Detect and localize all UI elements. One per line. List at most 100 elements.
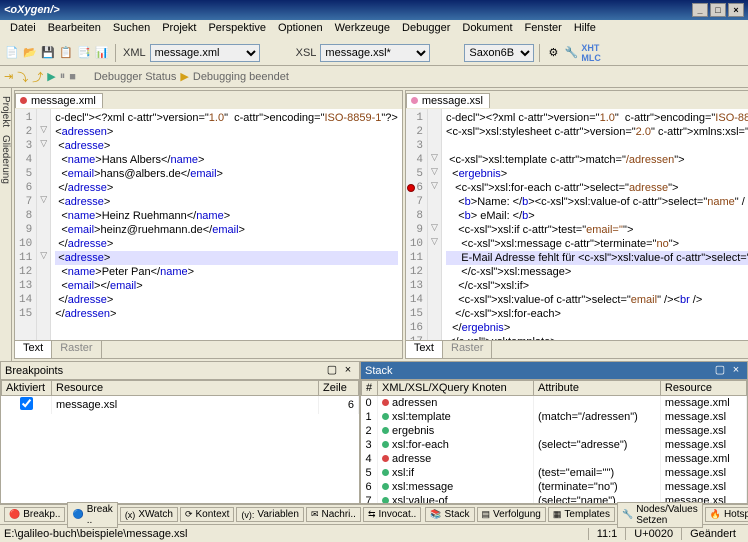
xml-file-select[interactable]: message.xml: [150, 44, 260, 62]
window-titlebar: <oXygen/> _ □ ×: [0, 0, 748, 20]
column-header[interactable]: Resource: [660, 381, 746, 396]
panel-tab[interactable]: 🔵Break ..: [67, 502, 117, 528]
menu-item-projekt[interactable]: Projekt: [156, 20, 202, 40]
status-path: E:\galileo-buch\beispiele\message.xsl: [4, 528, 187, 540]
step-over-icon[interactable]: ⤵: [17, 69, 28, 85]
panel-tab[interactable]: 📚Stack: [425, 507, 474, 522]
step-into-icon[interactable]: ⇥: [4, 70, 13, 83]
node-type-icon: [382, 441, 389, 448]
debug-status-value: Debugging beendet: [193, 71, 289, 83]
menu-item-werkzeuge[interactable]: Werkzeuge: [329, 20, 396, 40]
close-button[interactable]: ×: [728, 3, 744, 17]
table-row[interactable]: message.xsl6: [2, 396, 359, 415]
panel-tab[interactable]: ⟳Kontext: [180, 507, 234, 522]
xml-label: XML: [123, 47, 146, 59]
config-icon[interactable]: 🔧: [563, 45, 579, 61]
column-header[interactable]: Zeile: [319, 381, 359, 396]
table-row[interactable]: 4 adressemessage.xml: [362, 452, 747, 466]
sidebar-tab-projekt[interactable]: Projekt: [0, 96, 11, 127]
menu-item-dokument[interactable]: Dokument: [456, 20, 518, 40]
tool-icon[interactable]: 📊: [94, 45, 110, 61]
maximize-button[interactable]: □: [710, 3, 726, 17]
config-icon[interactable]: ⚙: [545, 45, 561, 61]
column-header[interactable]: Aktiviert: [2, 381, 52, 396]
pause-icon[interactable]: ⏸: [60, 70, 66, 83]
column-header[interactable]: #: [362, 381, 378, 396]
file-icon: [411, 97, 418, 104]
table-row[interactable]: 6 xsl:message(terminate="no")message.xsl: [362, 480, 747, 494]
menu-item-perspektive[interactable]: Perspektive: [202, 20, 271, 40]
table-row[interactable]: 2 ergebnismessage.xsl: [362, 424, 747, 438]
stop-icon[interactable]: ■: [69, 71, 76, 83]
panel-tab[interactable]: ✉Nachri..: [306, 507, 361, 522]
panel-tab[interactable]: (x)XWatch: [120, 507, 178, 522]
resume-icon[interactable]: ▶: [47, 70, 55, 83]
table-row[interactable]: 3 xsl:for-each(select="adresse")message.…: [362, 438, 747, 452]
main-toolbar: 📄 📂 💾 📋 📑 📊 XML message.xml XSL message.…: [0, 40, 748, 66]
editor-tab-xml[interactable]: message.xml: [15, 93, 103, 108]
table-row[interactable]: 0 adressenmessage.xml: [362, 396, 747, 411]
breakpoints-table: AktiviertResourceZeile message.xsl6: [1, 380, 359, 414]
menu-item-optionen[interactable]: Optionen: [272, 20, 329, 40]
view-tab-raster[interactable]: Raster: [52, 341, 101, 358]
stack-panel: Stack ▢ × #XML/XSL/XQuery KnotenAttribut…: [360, 361, 748, 504]
breakpoint-active-checkbox[interactable]: [20, 397, 33, 410]
xsl-file-select[interactable]: message.xsl*: [320, 44, 430, 62]
minimize-icon[interactable]: ▢: [713, 365, 727, 377]
panel-title: Stack: [365, 365, 393, 377]
node-type-icon: [382, 497, 389, 503]
panel-tab[interactable]: 🔥Hotspots: [705, 507, 748, 522]
view-tab-text[interactable]: Text: [406, 341, 443, 358]
column-header[interactable]: Attribute: [533, 381, 660, 396]
panel-tab[interactable]: (v):Variablen: [236, 507, 304, 522]
open-icon[interactable]: 📂: [22, 45, 38, 61]
table-row[interactable]: 1 xsl:template(match="/adressen")message…: [362, 410, 747, 424]
main-menu: DateiBearbeitenSuchenProjektPerspektiveO…: [0, 20, 748, 40]
new-icon[interactable]: 📄: [4, 45, 20, 61]
sidebar-tab-gliederung[interactable]: Gliederung: [0, 135, 11, 184]
bottom-tabstrip: 🔴Breakp..🔵Break ..(x)XWatch⟳Kontext(v):V…: [0, 504, 748, 524]
save-icon[interactable]: 💾: [40, 45, 56, 61]
xsl-code-area[interactable]: 123456789101112131415161718 ▽▽▽▽▽ c-decl…: [406, 109, 748, 340]
column-header[interactable]: Resource: [52, 381, 319, 396]
panel-tab[interactable]: ⇆Invocat..: [363, 507, 421, 522]
menu-item-debugger[interactable]: Debugger: [396, 20, 456, 40]
xml-code-area[interactable]: 123456789101112131415 ▽▽▽▽ c-decl"><?xml…: [15, 109, 402, 340]
node-type-icon: [382, 413, 389, 420]
close-icon[interactable]: ×: [729, 365, 743, 377]
table-row[interactable]: 5 xsl:if(test="email=''")message.xsl: [362, 466, 747, 480]
breakpoint-marker[interactable]: [407, 184, 415, 192]
engine-select[interactable]: Saxon6B: [464, 44, 534, 62]
panel-title: Breakpoints: [5, 365, 63, 377]
panel-tab[interactable]: 🔧Nodes/Values Setzen: [617, 502, 703, 528]
menu-item-suchen[interactable]: Suchen: [107, 20, 156, 40]
step-out-icon[interactable]: ⤴: [32, 69, 43, 85]
menu-item-fenster[interactable]: Fenster: [519, 20, 568, 40]
minimize-icon[interactable]: ▢: [325, 365, 339, 377]
debug-toolbar: ⇥ ⤵ ⤴ ▶ ⏸ ■ Debugger Status ▶ Debugging …: [0, 66, 748, 88]
left-sidebar: Projekt Gliederung: [0, 88, 12, 361]
app-title: <oXygen/>: [4, 4, 60, 16]
panel-tab[interactable]: 🔴Breakp..: [4, 507, 65, 522]
tool-icon[interactable]: 📋: [58, 45, 74, 61]
tool-icon[interactable]: 📑: [76, 45, 92, 61]
view-tab-raster[interactable]: Raster: [443, 341, 492, 358]
panel-tab[interactable]: ▦Templates: [548, 507, 615, 522]
node-type-icon: [382, 399, 389, 406]
xhtml-icon[interactable]: XHTMLC: [581, 43, 601, 63]
view-tab-text[interactable]: Text: [15, 341, 52, 358]
tab-label: message.xml: [31, 95, 96, 107]
close-icon[interactable]: ×: [341, 365, 355, 377]
menu-item-bearbeiten[interactable]: Bearbeiten: [42, 20, 107, 40]
panel-tab[interactable]: ▤Verfolgung: [477, 507, 546, 522]
menu-item-datei[interactable]: Datei: [4, 20, 42, 40]
editor-tab-xsl[interactable]: message.xsl: [406, 93, 490, 108]
minimize-button[interactable]: _: [692, 3, 708, 17]
column-header[interactable]: XML/XSL/XQuery Knoten: [378, 381, 534, 396]
status-codepoint: U+0020: [625, 528, 681, 540]
status-position: 11:1: [588, 528, 626, 540]
xml-editor-pane: message.xml 123456789101112131415 ▽▽▽▽ c…: [14, 90, 403, 359]
menu-item-hilfe[interactable]: Hilfe: [568, 20, 602, 40]
file-icon: [20, 97, 27, 104]
arrow-icon: ▶: [180, 70, 188, 83]
